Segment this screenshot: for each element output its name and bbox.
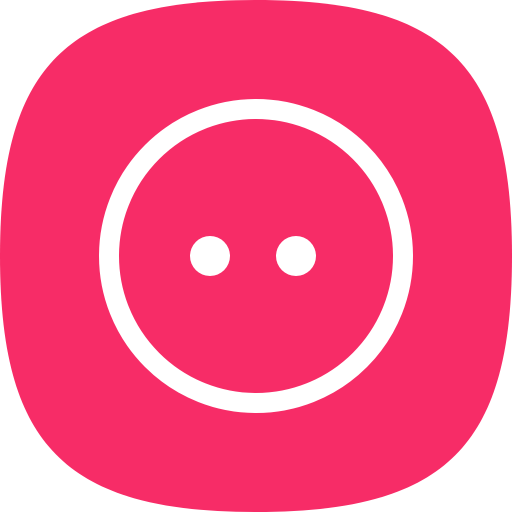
left-eye-dot-icon bbox=[190, 236, 230, 276]
app-icon bbox=[0, 0, 512, 512]
app-icon-svg bbox=[0, 0, 512, 512]
right-eye-dot-icon bbox=[276, 236, 316, 276]
app-icon-tile bbox=[0, 0, 512, 512]
